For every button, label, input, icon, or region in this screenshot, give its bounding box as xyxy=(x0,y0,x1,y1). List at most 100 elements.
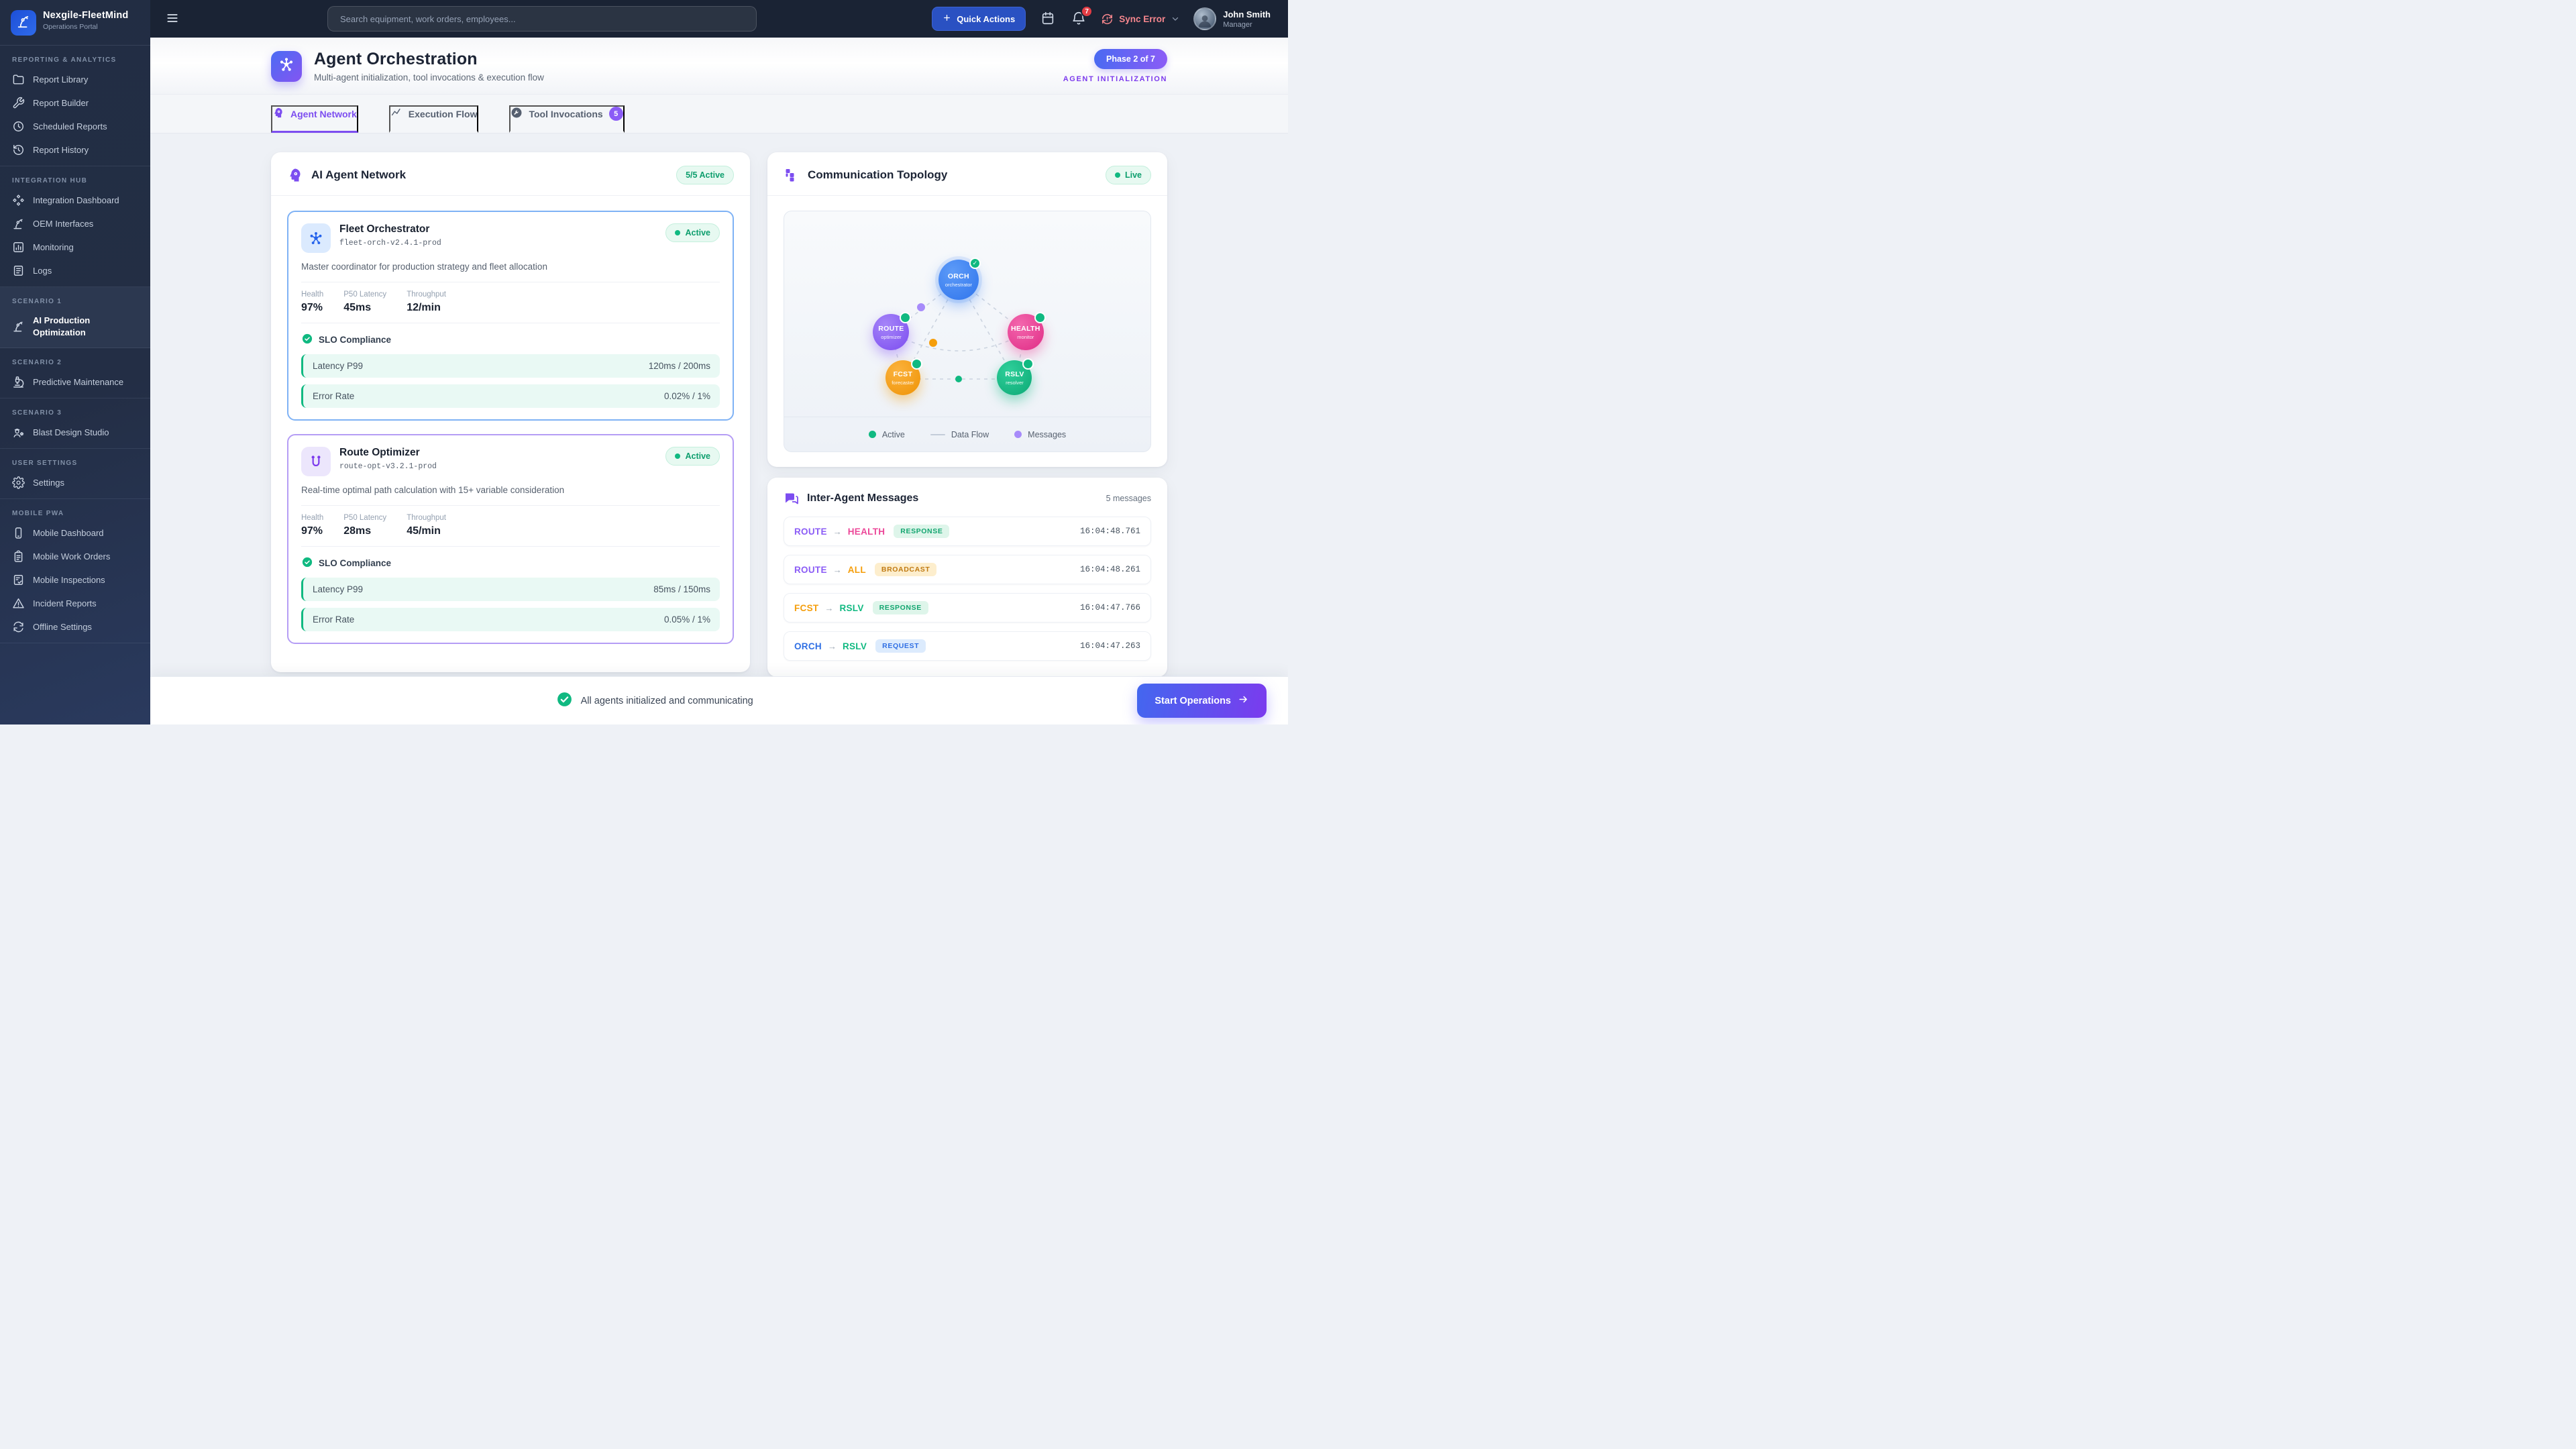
phase-label: AGENT INITIALIZATION xyxy=(1063,75,1167,83)
message-timestamp: 16:04:47.766 xyxy=(1080,603,1140,612)
slo-row-error-rate: Error Rate 0.05% / 1% xyxy=(301,608,720,631)
message-row[interactable]: ORCH → RSLV REQUEST 16:04:47.263 xyxy=(784,631,1151,661)
topology-node-route[interactable]: ROUTE optimizer xyxy=(873,314,909,350)
tabs-strip: Agent Network Execution Flow Tool Invoca… xyxy=(150,95,1288,133)
logs-icon xyxy=(12,264,25,277)
sidebar-item-settings[interactable]: Settings xyxy=(0,471,150,494)
hamburger-menu-button[interactable] xyxy=(162,9,182,29)
sidebar-item-predictive-maintenance[interactable]: Predictive Maintenance xyxy=(0,370,150,394)
section-label: USER SETTINGS xyxy=(0,454,150,471)
tab-execution-flow[interactable]: Execution Flow xyxy=(389,105,479,133)
message-row[interactable]: ROUTE → ALL BROADCAST 16:04:48.261 xyxy=(784,555,1151,584)
sidebar-item-scheduled-reports[interactable]: Scheduled Reports xyxy=(0,115,150,138)
search-input[interactable] xyxy=(327,6,757,32)
slo-check-icon xyxy=(301,556,313,570)
metric-throughput: Throughput 45/min xyxy=(407,514,446,537)
plus-icon xyxy=(943,13,951,24)
section-scenario-1: SCENARIO 1 AI Production Optimization xyxy=(0,287,150,348)
node-active-badge xyxy=(1034,312,1046,323)
tab-tool-invocations[interactable]: Tool Invocations 5 xyxy=(509,105,624,133)
sidebar-item-offline-settings[interactable]: Offline Settings xyxy=(0,615,150,639)
robot-arm-icon xyxy=(12,320,25,333)
start-operations-button[interactable]: Start Operations xyxy=(1137,684,1267,718)
agent-card-fleet-orchestrator[interactable]: Fleet Orchestrator fleet-orch-v2.4.1-pro… xyxy=(287,211,734,421)
topology-node-fcst[interactable]: FCST forecaster xyxy=(885,360,920,395)
global-search xyxy=(327,6,757,32)
orchestration-network-icon xyxy=(277,55,296,77)
clipboard-icon xyxy=(12,550,25,563)
section-label: MOBILE PWA xyxy=(0,504,150,521)
page-title: Agent Orchestration xyxy=(314,50,544,69)
sidebar-item-report-history[interactable]: Report History xyxy=(0,138,150,162)
clock-icon xyxy=(12,120,25,133)
arrow-right-icon: → xyxy=(828,641,837,651)
gear-icon xyxy=(12,476,25,489)
sidebar-item-incident-reports[interactable]: Incident Reports xyxy=(0,592,150,615)
user-role: Manager xyxy=(1223,21,1271,29)
slo-title: SLO Compliance xyxy=(319,335,391,345)
agents-active-badge: 5/5 Active xyxy=(676,166,734,184)
route-optimizer-icon xyxy=(301,447,331,476)
topbar: Quick Actions 7 Sync Error xyxy=(150,0,1288,38)
calendar-icon xyxy=(1040,17,1055,28)
agent-version: route-opt-v3.2.1-prod xyxy=(339,462,437,471)
topology-node-rslv[interactable]: RSLV resolver xyxy=(997,360,1032,395)
brand-logo xyxy=(11,10,36,36)
sidebar-item-report-library[interactable]: Report Library xyxy=(0,68,150,91)
slo-row-latency-p99: Latency P99 85ms / 150ms xyxy=(301,578,720,601)
robot-arm-icon xyxy=(16,14,31,32)
bottom-action-bar: All agents initialized and communicating… xyxy=(150,676,1288,724)
checklist-icon xyxy=(12,574,25,586)
card-title: Inter-Agent Messages xyxy=(807,492,918,504)
topology-node-orch[interactable]: ORCH orchestrator ✓ xyxy=(938,260,979,300)
sidebar-item-mobile-work-orders[interactable]: Mobile Work Orders xyxy=(0,545,150,568)
message-type-badge: RESPONSE xyxy=(873,601,928,614)
sync-status[interactable]: Sync Error xyxy=(1101,13,1180,25)
live-badge: Live xyxy=(1106,166,1151,184)
message-row[interactable]: ROUTE → HEALTH RESPONSE 16:04:48.761 xyxy=(784,517,1151,546)
sync-error-icon xyxy=(1101,13,1114,25)
robot-arm-icon xyxy=(12,217,25,230)
sidebar-item-logs[interactable]: Logs xyxy=(0,259,150,282)
agent-card-route-optimizer[interactable]: Route Optimizer route-opt-v3.2.1-prod Ac… xyxy=(287,434,734,644)
section-reporting: REPORTING & ANALYTICS Report Library Rep… xyxy=(0,46,150,166)
inter-agent-messages-card: Inter-Agent Messages 5 messages ROUTE → … xyxy=(767,478,1167,676)
agent-description: Real-time optimal path calculation with … xyxy=(301,485,720,495)
sidebar-item-mobile-inspections[interactable]: Mobile Inspections xyxy=(0,568,150,592)
user-menu[interactable]: John Smith Manager xyxy=(1193,7,1271,30)
sidebar-item-mobile-dashboard[interactable]: Mobile Dashboard xyxy=(0,521,150,545)
calendar-button[interactable] xyxy=(1039,10,1057,28)
node-active-badge xyxy=(1022,358,1034,370)
chevron-down-icon xyxy=(1171,14,1180,23)
tab-agent-network[interactable]: Agent Network xyxy=(271,105,358,133)
notifications-button[interactable]: 7 xyxy=(1070,10,1087,28)
main-area: Quick Actions 7 Sync Error xyxy=(150,0,1288,724)
topology-node-health[interactable]: HEALTH monitor xyxy=(1008,314,1044,350)
app-root: Nexgile-FleetMind Operations Portal REPO… xyxy=(0,0,1288,724)
slo-row-latency-p99: Latency P99 120ms / 200ms xyxy=(301,354,720,378)
content-area: Agent Orchestration Multi-agent initiali… xyxy=(150,38,1288,676)
tool-wrench-circle-icon xyxy=(511,107,523,121)
slo-title: SLO Compliance xyxy=(319,558,391,568)
section-label: REPORTING & ANALYTICS xyxy=(0,51,150,68)
sidebar-item-ai-production-optimization[interactable]: AI Production Optimization xyxy=(0,309,150,343)
section-integration: INTEGRATION HUB Integration Dashboard OE… xyxy=(0,166,150,287)
slo-row-error-rate: Error Rate 0.02% / 1% xyxy=(301,384,720,408)
sidebar-item-oem-interfaces[interactable]: OEM Interfaces xyxy=(0,212,150,235)
sidebar-item-integration-dashboard[interactable]: Integration Dashboard xyxy=(0,189,150,212)
page-header: Agent Orchestration Multi-agent initiali… xyxy=(150,38,1288,95)
data-flow-line xyxy=(930,434,945,435)
sidebar-item-monitoring[interactable]: Monitoring xyxy=(0,235,150,259)
agent-head-icon xyxy=(287,167,303,183)
page-icon xyxy=(271,51,302,82)
legend-messages: Messages xyxy=(1014,430,1066,439)
section-mobile-pwa: MOBILE PWA Mobile Dashboard Mobile Work … xyxy=(0,499,150,643)
message-row[interactable]: FCST → RSLV RESPONSE 16:04:47.766 xyxy=(784,593,1151,623)
sidebar-item-report-builder[interactable]: Report Builder xyxy=(0,91,150,115)
content-grid: AI Agent Network 5/5 Active xyxy=(271,133,1167,676)
topology-icon xyxy=(784,167,800,183)
quick-actions-button[interactable]: Quick Actions xyxy=(932,7,1026,31)
sidebar-item-blast-design-studio[interactable]: Blast Design Studio xyxy=(0,421,150,444)
phase-badge: Phase 2 of 7 xyxy=(1094,49,1167,69)
agent-name: Route Optimizer xyxy=(339,447,437,459)
